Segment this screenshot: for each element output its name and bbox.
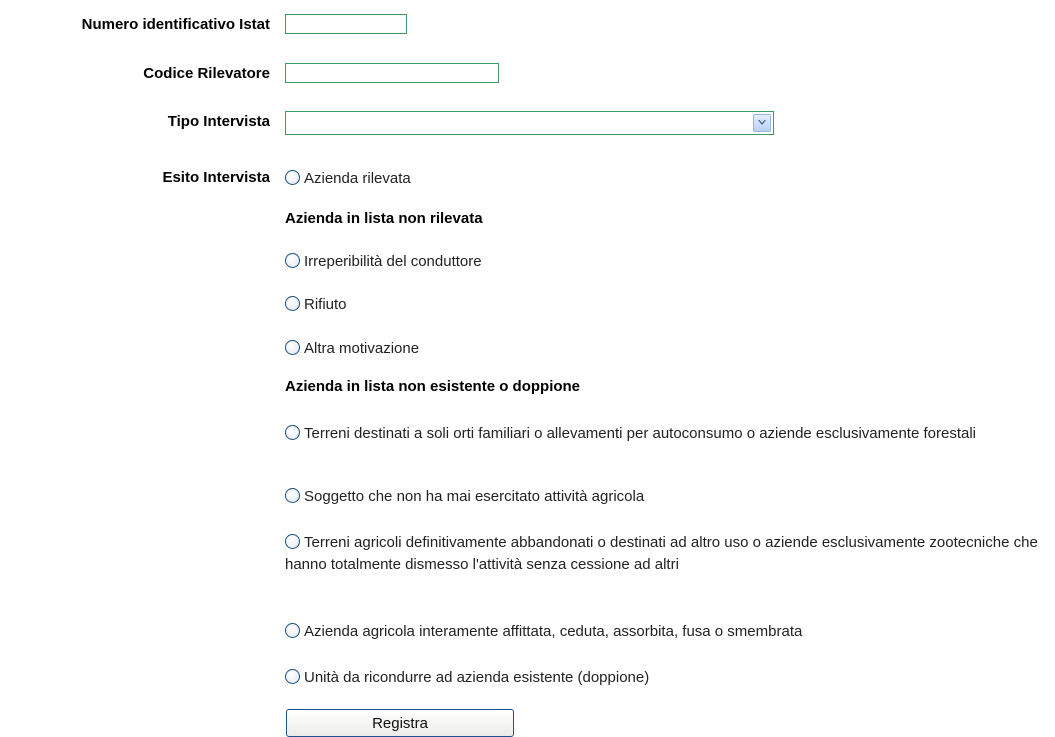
radio-irreperibilita[interactable]: Irreperibilità del conduttore: [285, 251, 1045, 273]
rilevatore-input[interactable]: [285, 63, 499, 83]
radio-azienda-rilevata[interactable]: Azienda rilevata: [285, 168, 1045, 190]
radio-soggetto[interactable]: Soggetto che non ha mai esercitato attiv…: [285, 486, 1045, 508]
radio-label: Rifiuto: [304, 296, 347, 313]
tipo-label: Tipo Intervista: [167, 113, 270, 130]
radio-circle-icon[interactable]: [285, 340, 300, 355]
radio-doppione[interactable]: Unità da ricondurre ad azienda esistente…: [285, 667, 1045, 689]
radio-circle-icon[interactable]: [285, 534, 300, 549]
section-non-esistente: Azienda in lista non esistente o doppion…: [285, 378, 581, 395]
section-non-rilevata: Azienda in lista non rilevata: [285, 210, 483, 227]
radio-label: Azienda rilevata: [304, 170, 411, 187]
istat-input[interactable]: [285, 14, 407, 34]
radio-circle-icon[interactable]: [285, 623, 300, 638]
radio-azienda-affittata[interactable]: Azienda agricola interamente affittata, …: [285, 621, 1045, 643]
radio-circle-icon[interactable]: [285, 488, 300, 503]
istat-label: Numero identificativo Istat: [81, 16, 270, 33]
radio-rifiuto[interactable]: Rifiuto: [285, 294, 1045, 316]
radio-label: Soggetto che non ha mai esercitato attiv…: [304, 488, 645, 505]
radio-altra-motivazione[interactable]: Altra motivazione: [285, 338, 1045, 360]
chevron-down-icon[interactable]: [753, 114, 771, 132]
radio-label: Altra motivazione: [304, 340, 420, 357]
tipo-select[interactable]: [285, 111, 774, 135]
radio-label: Terreni agricoli definitivamente abbando…: [285, 534, 1038, 573]
radio-terreni-orti[interactable]: Terreni destinati a soli orti familiari …: [285, 423, 985, 445]
esito-label: Esito Intervista: [162, 169, 270, 186]
radio-label: Irreperibilità del conduttore: [304, 253, 482, 270]
radio-circle-icon[interactable]: [285, 425, 300, 440]
radio-circle-icon[interactable]: [285, 170, 300, 185]
radio-terreni-abbandonati[interactable]: Terreni agricoli definitivamente abbando…: [285, 532, 1040, 576]
radio-circle-icon[interactable]: [285, 669, 300, 684]
radio-circle-icon[interactable]: [285, 296, 300, 311]
rilevatore-label: Codice Rilevatore: [143, 65, 270, 82]
radio-label: Unità da ricondurre ad azienda esistente…: [304, 669, 650, 686]
radio-label: Azienda agricola interamente affittata, …: [304, 623, 803, 640]
radio-circle-icon[interactable]: [285, 253, 300, 268]
radio-label: Terreni destinati a soli orti familiari …: [304, 425, 976, 442]
